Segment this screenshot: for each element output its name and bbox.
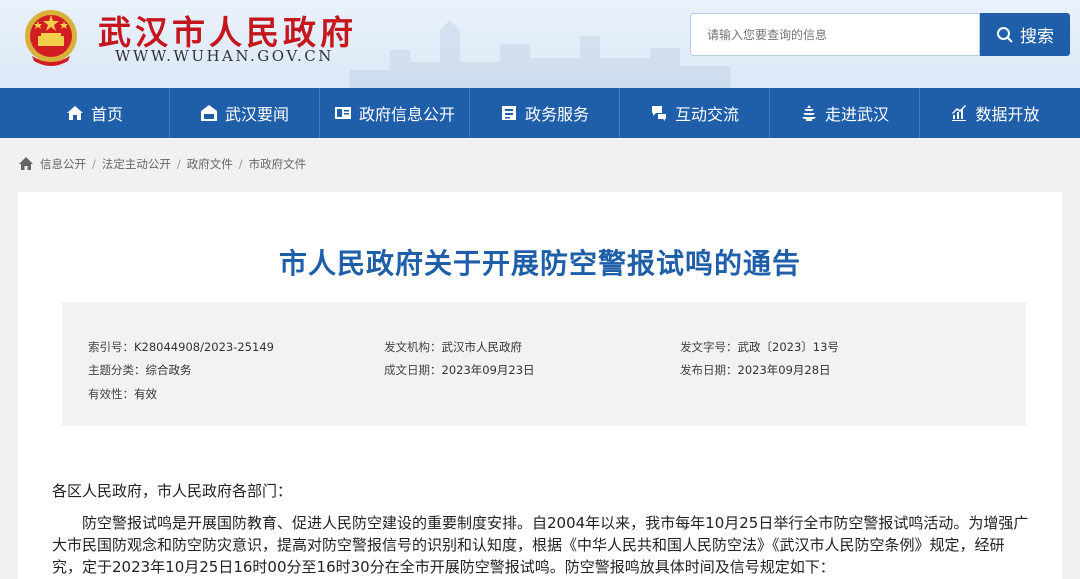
- search-button-label: 搜索: [1020, 27, 1054, 47]
- meta-label: 发文字号：: [680, 340, 738, 354]
- meta-label: 主题分类：: [88, 363, 146, 377]
- nav-item-services[interactable]: 政务服务: [470, 88, 620, 138]
- nav-item-about-wuhan[interactable]: 走进武汉: [770, 88, 920, 138]
- nav-item-news[interactable]: 武汉要闻: [170, 88, 320, 138]
- meta-value: K28044908/2023-25149: [134, 340, 274, 354]
- breadcrumb: 信息公开 / 法定主动公开 / 政府文件 / 市政府文件: [18, 156, 306, 172]
- nav-item-label: 武汉要闻: [224, 105, 289, 124]
- search-box[interactable]: [690, 13, 980, 56]
- meta-issuer: 发文机构：武汉市人民政府: [384, 339, 522, 355]
- breadcrumb-separator: /: [92, 157, 96, 171]
- meta-label: 发布日期：: [680, 363, 738, 377]
- skyline-decoration: [350, 20, 730, 88]
- meta-published-date: 发布日期：2023年09月28日: [680, 362, 831, 378]
- nav-item-label: 数据开放: [975, 105, 1040, 124]
- breadcrumb-item[interactable]: 市政府文件: [249, 156, 307, 172]
- chat-icon: [651, 106, 666, 121]
- meta-label: 成文日期：: [384, 363, 442, 377]
- nav-item-label: 走进武汉: [824, 105, 889, 124]
- national-emblem-icon: [25, 10, 77, 66]
- news-icon: [200, 105, 217, 121]
- document-salutation: 各区人民政府，市人民政府各部门：: [52, 482, 293, 500]
- document-title: 市人民政府关于开展防空警报试鸣的通告: [278, 247, 801, 280]
- nav-item-label: 首页: [90, 105, 123, 124]
- nav-item-interaction[interactable]: 互动交流: [620, 88, 770, 138]
- meta-value: 武政〔2023〕13号: [737, 340, 839, 354]
- nav-item-label: 政务服务: [524, 105, 589, 124]
- breadcrumb-item[interactable]: 信息公开: [40, 156, 86, 172]
- service-icon: [501, 106, 516, 120]
- info-card-icon: [334, 107, 351, 119]
- breadcrumb-separator: /: [176, 157, 181, 171]
- pagoda-icon: [801, 105, 816, 121]
- meta-created-date: 成文日期：2023年09月23日: [384, 362, 535, 378]
- breadcrumb-item[interactable]: 政府文件: [187, 156, 233, 172]
- meta-doc-no: 发文字号：武政〔2023〕13号: [680, 339, 839, 355]
- document-meta-panel: 索引号：K28044908/2023-25149 发文机构：武汉市人民政府 发文…: [62, 302, 1026, 426]
- meta-topic: 主题分类：综合政务: [88, 362, 192, 378]
- nav-item-open-data[interactable]: 数据开放: [920, 88, 1070, 138]
- meta-label: 有效性：: [88, 387, 134, 401]
- site-url: WWW.WUHAN.GOV.CN: [115, 47, 334, 65]
- nav-item-label: 互动交流: [674, 105, 739, 124]
- nav-item-gov-info[interactable]: 政府信息公开: [320, 88, 470, 138]
- meta-value: 2023年09月28日: [737, 363, 831, 377]
- meta-validity: 有效性：有效: [88, 386, 157, 402]
- home-icon[interactable]: [18, 156, 34, 172]
- nav-item-home[interactable]: 首页: [20, 88, 170, 138]
- search-button[interactable]: 搜索: [980, 13, 1070, 56]
- chart-icon: [952, 105, 967, 121]
- meta-value: 有效: [134, 387, 157, 401]
- breadcrumb-item[interactable]: 法定主动公开: [102, 156, 171, 172]
- site-header: 武汉市人民政府 WWW.WUHAN.GOV.CN 搜索: [0, 0, 1080, 88]
- document-card: 市人民政府关于开展防空警报试鸣的通告 索引号：K28044908/2023-25…: [18, 192, 1062, 579]
- meta-value: 综合政务: [145, 363, 192, 377]
- meta-value: 2023年09月23日: [441, 363, 535, 377]
- breadcrumb-separator: /: [238, 157, 243, 171]
- meta-label: 发文机构：: [384, 340, 442, 354]
- nav-item-label: 政府信息公开: [358, 105, 455, 124]
- search-icon: [997, 26, 1013, 43]
- document-paragraph: 防空警报试鸣是开展国防教育、促进人民防空建设的重要制度安排。自2004年以来，我…: [52, 514, 1029, 576]
- home-icon: [66, 106, 83, 120]
- meta-value: 武汉市人民政府: [441, 340, 523, 354]
- main-nav: 首页 武汉要闻 政府信息公开 政务服务 互动交流 走进武汉 数据开放: [0, 88, 1080, 138]
- meta-index: 索引号：K28044908/2023-25149: [88, 339, 274, 355]
- meta-label: 索引号：: [88, 340, 134, 354]
- search-input[interactable]: [691, 14, 979, 55]
